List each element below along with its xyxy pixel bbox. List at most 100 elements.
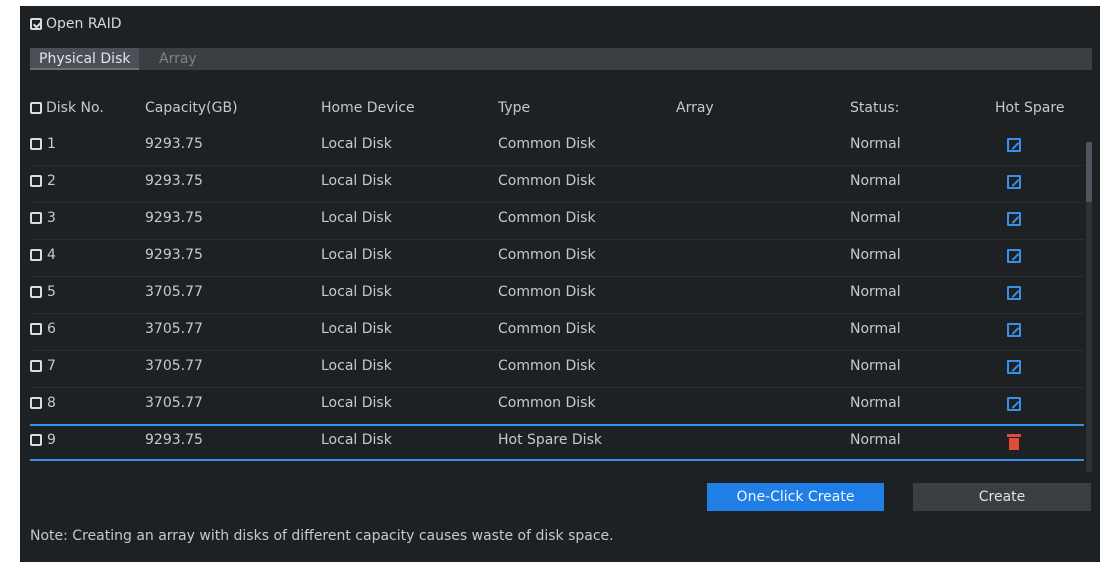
edit-icon[interactable] [1007, 175, 1021, 189]
edit-icon[interactable] [1007, 212, 1021, 226]
disk-no: 7 [47, 358, 56, 374]
disk-no-cell: 5 [30, 284, 56, 300]
edit-icon[interactable] [1007, 249, 1021, 263]
row-checkbox[interactable] [30, 397, 42, 409]
open-raid-label: Open RAID [46, 16, 122, 32]
row-checkbox[interactable] [30, 175, 42, 187]
header-disk-no: Disk No. [30, 100, 104, 116]
type-cell: Common Disk [498, 321, 596, 337]
row-checkbox[interactable] [30, 286, 42, 298]
table-row[interactable]: 3 9293.75 Local Disk Common Disk Normal [30, 202, 1084, 240]
capacity-cell: 3705.77 [145, 284, 203, 300]
capacity-cell: 9293.75 [145, 173, 203, 189]
disk-no-cell: 2 [30, 173, 56, 189]
status-cell: Normal [850, 284, 901, 300]
disk-no-cell: 4 [30, 247, 56, 263]
header-hot-spare: Hot Spare [995, 100, 1065, 116]
table-row[interactable]: 6 3705.77 Local Disk Common Disk Normal [30, 313, 1084, 351]
row-checkbox[interactable] [30, 249, 42, 261]
home-device-cell: Local Disk [321, 247, 392, 263]
disk-no-cell: 8 [30, 395, 56, 411]
scrollbar-thumb[interactable] [1086, 142, 1092, 202]
disk-no-cell: 9 [30, 432, 56, 448]
one-click-create-button[interactable]: One-Click Create [707, 483, 884, 511]
table-row[interactable]: 5 3705.77 Local Disk Common Disk Normal [30, 276, 1084, 314]
select-all-checkbox[interactable] [30, 102, 42, 114]
header-array: Array [676, 100, 714, 116]
status-cell: Normal [850, 432, 901, 448]
table-row[interactable]: 1 9293.75 Local Disk Common Disk Normal [30, 128, 1084, 166]
disk-no: 8 [47, 395, 56, 411]
header-home-device: Home Device [321, 100, 415, 116]
status-cell: Normal [850, 173, 901, 189]
capacity-cell: 9293.75 [145, 247, 203, 263]
row-checkbox[interactable] [30, 212, 42, 224]
trash-lid [1007, 434, 1021, 437]
edit-icon[interactable] [1007, 286, 1021, 300]
status-cell: Normal [850, 210, 901, 226]
capacity-cell: 9293.75 [145, 432, 203, 448]
row-checkbox[interactable] [30, 323, 42, 335]
table-row[interactable]: 7 3705.77 Local Disk Common Disk Normal [30, 350, 1084, 388]
status-cell: Normal [850, 247, 901, 263]
type-cell: Common Disk [498, 247, 596, 263]
header-disk-no-label: Disk No. [46, 100, 104, 116]
row-checkbox[interactable] [30, 434, 42, 446]
disk-no: 2 [47, 173, 56, 189]
edit-icon[interactable] [1007, 138, 1021, 152]
status-cell: Normal [850, 358, 901, 374]
disk-no-cell: 6 [30, 321, 56, 337]
type-cell: Common Disk [498, 395, 596, 411]
disk-no: 6 [47, 321, 56, 337]
disk-no-cell: 3 [30, 210, 56, 226]
disk-no: 9 [47, 432, 56, 448]
edit-icon[interactable] [1007, 397, 1021, 411]
table-scrollbar[interactable] [1086, 142, 1092, 472]
type-cell: Common Disk [498, 173, 596, 189]
disk-no-cell: 1 [30, 136, 56, 152]
table-header: Disk No. Capacity(GB) Home Device Type A… [30, 98, 1092, 120]
disk-no: 3 [47, 210, 56, 226]
header-type: Type [498, 100, 531, 116]
status-cell: Normal [850, 395, 901, 411]
home-device-cell: Local Disk [321, 432, 392, 448]
table-row[interactable]: 8 3705.77 Local Disk Common Disk Normal [30, 387, 1084, 425]
trash-can [1009, 438, 1019, 450]
row-checkbox[interactable] [30, 138, 42, 150]
capacity-cell: 3705.77 [145, 358, 203, 374]
type-cell: Common Disk [498, 136, 596, 152]
tab-bar: Physical Disk Array [30, 48, 1092, 70]
disk-no-cell: 7 [30, 358, 56, 374]
table-row[interactable]: 4 9293.75 Local Disk Common Disk Normal [30, 239, 1084, 277]
home-device-cell: Local Disk [321, 395, 392, 411]
raid-panel: Open RAID Physical Disk Array Disk No. C… [20, 6, 1100, 562]
trash-icon[interactable] [1007, 434, 1021, 451]
tab-physical-disk[interactable]: Physical Disk [30, 48, 140, 70]
edit-icon[interactable] [1007, 360, 1021, 374]
open-raid-checkbox[interactable] [30, 18, 42, 30]
tab-array[interactable]: Array [150, 48, 206, 70]
disk-no: 4 [47, 247, 56, 263]
capacity-cell: 3705.77 [145, 321, 203, 337]
disk-no: 1 [47, 136, 56, 152]
capacity-cell: 9293.75 [145, 210, 203, 226]
row-checkbox[interactable] [30, 360, 42, 372]
disk-table: 1 9293.75 Local Disk Common Disk Normal … [30, 128, 1090, 470]
open-raid-toggle[interactable]: Open RAID [30, 16, 122, 32]
status-cell: Normal [850, 321, 901, 337]
create-button[interactable]: Create [913, 483, 1091, 511]
home-device-cell: Local Disk [321, 173, 392, 189]
type-cell: Hot Spare Disk [498, 432, 602, 448]
home-device-cell: Local Disk [321, 321, 392, 337]
table-row[interactable]: 2 9293.75 Local Disk Common Disk Normal [30, 165, 1084, 203]
note-text: Note: Creating an array with disks of di… [30, 528, 614, 544]
edit-icon[interactable] [1007, 323, 1021, 337]
disk-no: 5 [47, 284, 56, 300]
capacity-cell: 3705.77 [145, 395, 203, 411]
type-cell: Common Disk [498, 284, 596, 300]
type-cell: Common Disk [498, 358, 596, 374]
home-device-cell: Local Disk [321, 210, 392, 226]
type-cell: Common Disk [498, 210, 596, 226]
home-device-cell: Local Disk [321, 284, 392, 300]
table-row-selected[interactable]: 9 9293.75 Local Disk Hot Spare Disk Norm… [30, 424, 1084, 461]
